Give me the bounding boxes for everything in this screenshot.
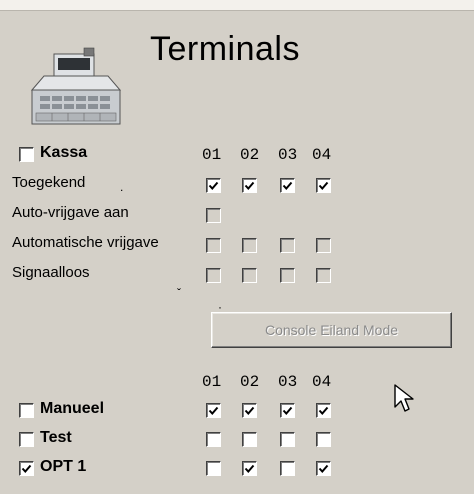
checkmark-icon	[244, 464, 255, 473]
test-01-checkbox[interactable]	[206, 432, 221, 447]
test-04-checkbox[interactable]	[316, 432, 331, 447]
automatische-vrijgave-04-checkbox[interactable]	[316, 238, 331, 253]
kassa-column-header-04: 04	[312, 146, 332, 164]
test-checkbox[interactable]	[19, 432, 34, 447]
stray-mark: ˇ	[177, 286, 181, 300]
checkmark-icon	[282, 406, 293, 415]
modes-column-header-01: 01	[202, 373, 222, 391]
row-label-toegekend: Toegekend	[12, 174, 86, 191]
manueel-01-checkbox[interactable]	[206, 403, 221, 418]
checkmark-icon	[244, 406, 255, 415]
row-label-auto-vrijgave-aan: Auto-vrijgave aan	[12, 204, 129, 221]
manueel-03-checkbox[interactable]	[280, 403, 295, 418]
checkmark-icon	[318, 464, 329, 473]
cash-register-icon	[30, 47, 122, 125]
console-eiland-mode-button[interactable]: Console Eiland Mode	[211, 312, 452, 348]
kassa-label: Kassa	[40, 144, 88, 161]
toegekend-02-checkbox[interactable]	[242, 178, 257, 193]
mode-label-manueel: Manueel	[40, 400, 105, 417]
top-divider	[0, 0, 474, 10]
mode-label-test: Test	[40, 429, 72, 446]
manueel-02-checkbox[interactable]	[242, 403, 257, 418]
checkmark-icon	[21, 464, 32, 473]
page-title: Terminals	[150, 30, 300, 68]
signaalloos-01-checkbox[interactable]	[206, 268, 221, 283]
opt-1-01-checkbox[interactable]	[206, 461, 221, 476]
kassa-column-header-01: 01	[202, 146, 222, 164]
checkmark-icon	[208, 406, 219, 415]
opt-1-02-checkbox[interactable]	[242, 461, 257, 476]
signaalloos-02-checkbox[interactable]	[242, 268, 257, 283]
automatische-vrijgave-03-checkbox[interactable]	[280, 238, 295, 253]
kassa-column-header-02: 02	[240, 146, 260, 164]
manueel-checkbox[interactable]	[19, 403, 34, 418]
mode-label-opt-1: OPT 1	[40, 458, 87, 475]
toegekend-01-checkbox[interactable]	[206, 178, 221, 193]
opt-1-03-checkbox[interactable]	[280, 461, 295, 476]
signaalloos-03-checkbox[interactable]	[280, 268, 295, 283]
opt-1-04-checkbox[interactable]	[316, 461, 331, 476]
automatische-vrijgave-02-checkbox[interactable]	[242, 238, 257, 253]
automatische-vrijgave-01-checkbox[interactable]	[206, 238, 221, 253]
checkmark-icon	[208, 181, 219, 190]
auto-vrijgave-aan-01-checkbox[interactable]	[206, 208, 221, 223]
row-label-signaalloos: Signaalloos	[12, 264, 90, 281]
signaalloos-04-checkbox[interactable]	[316, 268, 331, 283]
row-label-automatische-vrijgave: Automatische vrijgave	[12, 234, 159, 251]
toegekend-03-checkbox[interactable]	[280, 178, 295, 193]
test-02-checkbox[interactable]	[242, 432, 257, 447]
manueel-04-checkbox[interactable]	[316, 403, 331, 418]
modes-column-header-03: 03	[278, 373, 298, 391]
modes-column-header-04: 04	[312, 373, 332, 391]
checkmark-icon	[318, 406, 329, 415]
opt-1-checkbox[interactable]	[19, 461, 34, 476]
modes-column-header-02: 02	[240, 373, 260, 391]
stray-mark: .	[120, 180, 124, 194]
checkmark-icon	[282, 181, 293, 190]
top-divider-shadow	[0, 10, 474, 11]
mouse-cursor-icon	[394, 384, 414, 412]
checkmark-icon	[318, 181, 329, 190]
kassa-column-header-03: 03	[278, 146, 298, 164]
test-03-checkbox[interactable]	[280, 432, 295, 447]
checkmark-icon	[244, 181, 255, 190]
kassa-checkbox[interactable]	[19, 147, 34, 162]
toegekend-04-checkbox[interactable]	[316, 178, 331, 193]
